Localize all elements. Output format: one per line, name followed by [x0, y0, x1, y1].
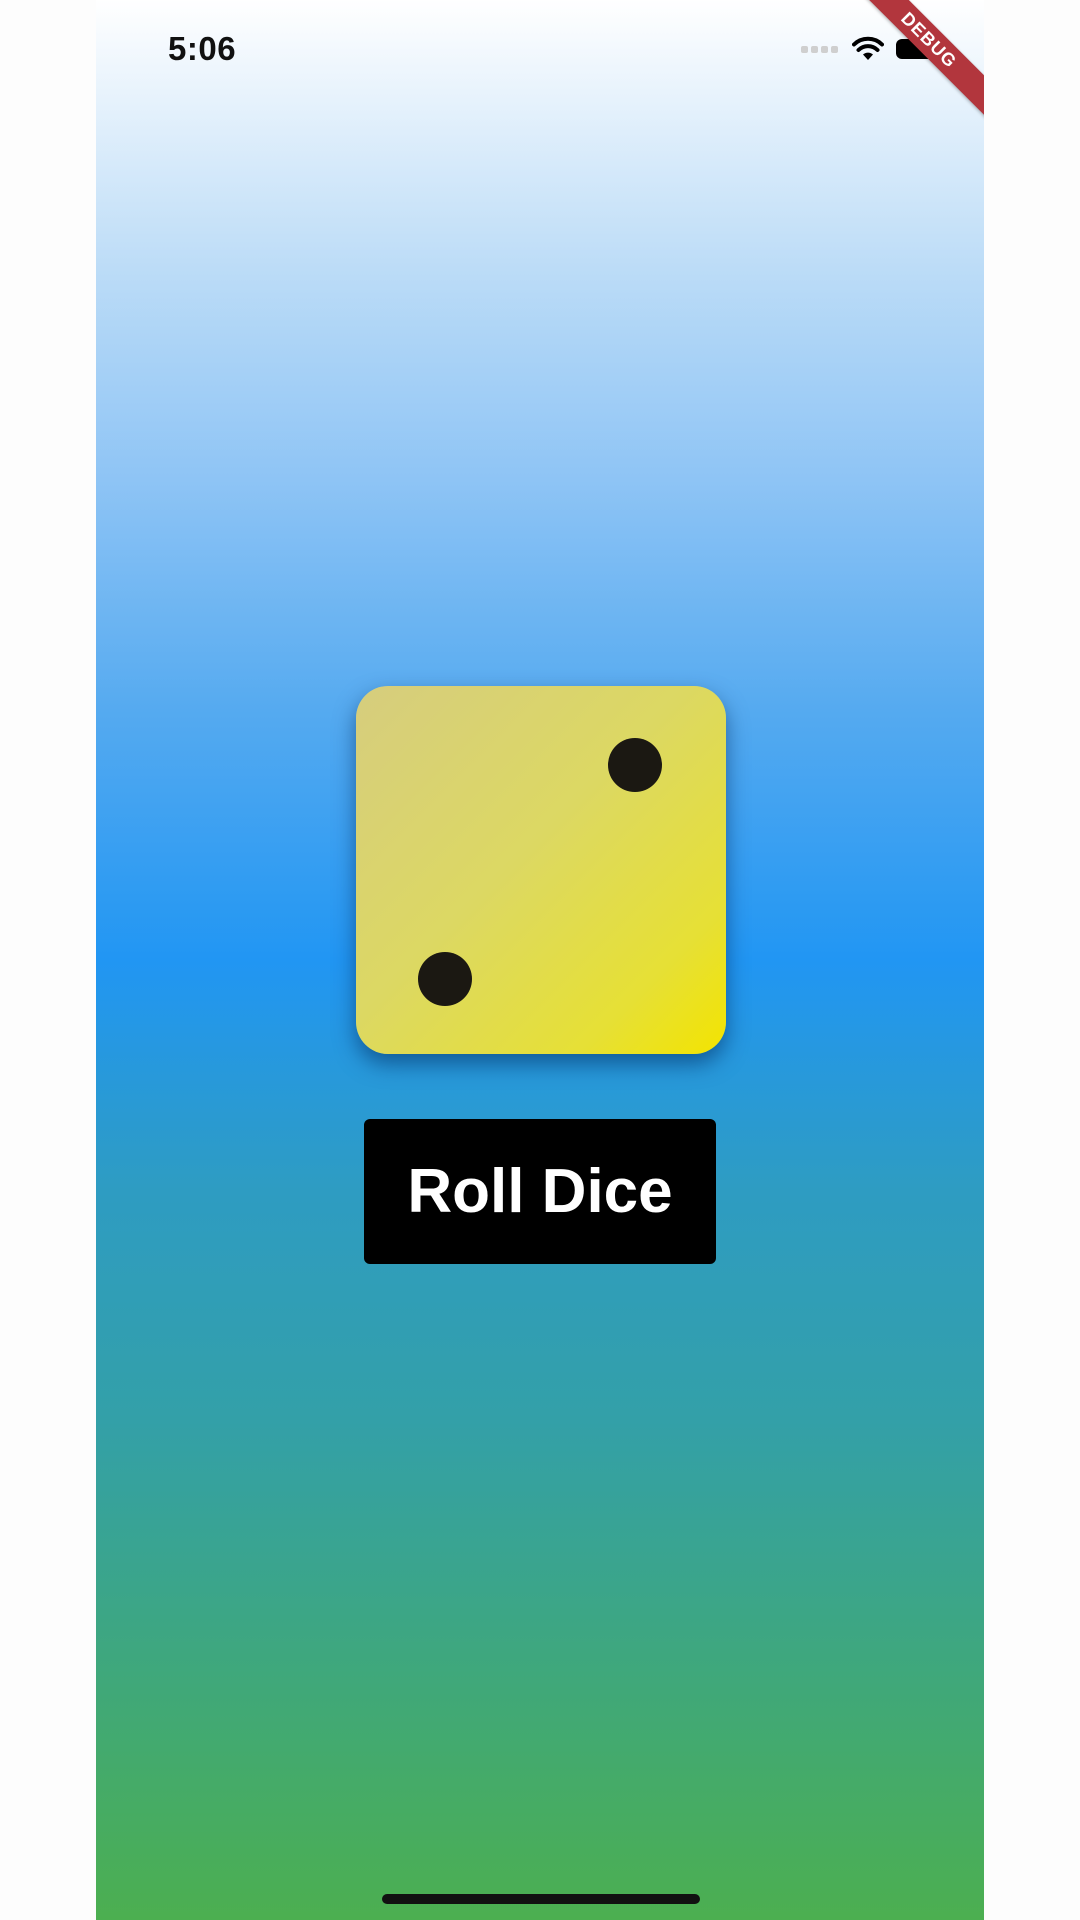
wifi-icon — [852, 36, 884, 60]
app-screen: 5:06 DEBUG Roll Dice — [96, 0, 984, 1920]
roll-dice-button[interactable]: Roll Dice — [364, 1119, 716, 1264]
dice-face[interactable] — [356, 686, 726, 1054]
home-indicator[interactable] — [382, 1894, 700, 1904]
debug-banner: DEBUG — [837, 0, 984, 132]
status-time: 5:06 — [168, 30, 237, 67]
dice-pip — [608, 738, 662, 792]
dice-pip — [418, 952, 472, 1006]
page: 5:06 DEBUG Roll Dice — [0, 0, 1080, 1920]
signal-icon — [801, 45, 838, 53]
